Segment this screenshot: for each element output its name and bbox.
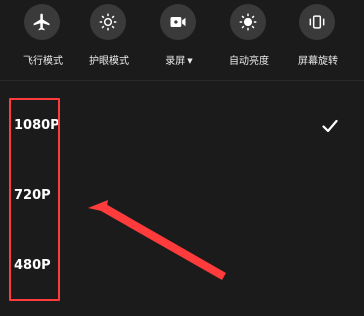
annotation-arrow-icon <box>88 200 226 280</box>
